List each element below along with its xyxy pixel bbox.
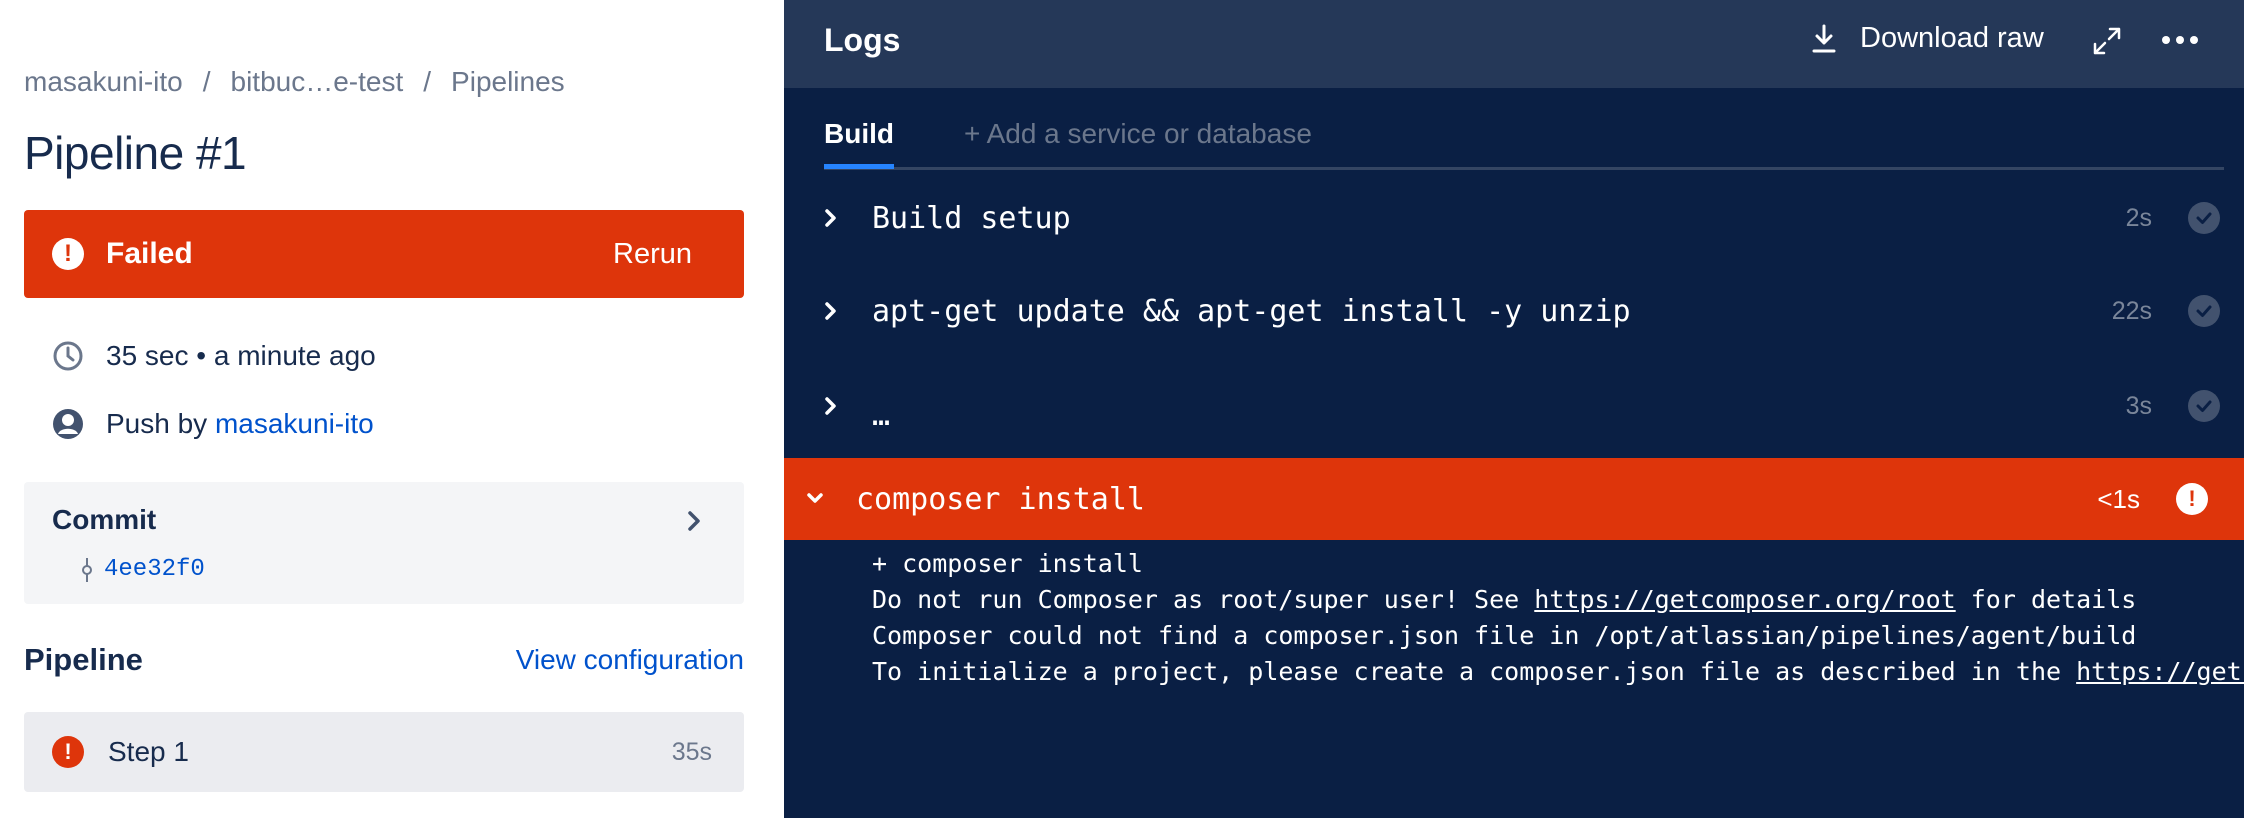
push-row: Push by masakuni-ito [52,408,374,440]
chevron-right-icon [688,511,700,531]
rerun-button[interactable]: Rerun [613,238,692,271]
more-options-icon[interactable] [2158,28,2202,52]
log-step-name: … [872,397,891,433]
breadcrumb: masakuni-ito / bitbuc…e-test / Pipelines [24,66,565,98]
log-step-duration: 2s [2125,203,2152,232]
log-link[interactable]: https://getcompo [2076,657,2244,686]
breadcrumb-repo[interactable]: bitbuc…e-test [231,66,404,98]
logs-tabs: Build + Add a service or database [824,118,2224,170]
push-prefix: Push by [106,408,215,439]
log-text: Do not run Composer as root/super user! … [872,585,1535,614]
logs-title: Logs [824,22,901,58]
view-configuration-link[interactable]: View configuration [516,644,744,676]
status-label: Failed [106,237,193,270]
add-service-tab[interactable]: + Add a service or database [964,118,1312,150]
log-line: To initialize a project, please create a… [872,654,2244,690]
download-icon [1812,24,1836,52]
expand-icon[interactable] [2092,26,2122,56]
log-text: for details [1955,585,2137,614]
pipeline-summary-panel: masakuni-ito / bitbuc…e-test / Pipelines… [0,0,784,818]
check-icon [2188,202,2220,234]
log-step-name: apt-get update && apt-get install -y unz… [872,293,1631,329]
log-step-name: Build setup [872,200,1071,236]
user-avatar-icon [53,409,83,439]
commit-icon [82,558,92,582]
page-title: Pipeline #1 [24,127,247,179]
log-step-row[interactable]: apt-get update && apt-get install -y unz… [784,270,2244,352]
log-link[interactable]: https://getcomposer.org/root [1534,585,1955,614]
chevron-right-icon [825,302,836,320]
download-raw-label: Download raw [1860,22,2044,54]
commit-card[interactable]: Commit 4ee32f0 [24,482,744,604]
breadcrumb-owner[interactable]: masakuni-ito [24,66,183,98]
commit-hash-link[interactable]: 4ee32f0 [104,556,205,583]
pipeline-heading: Pipeline [24,642,143,677]
logs-panel: Logs Download raw Build + Add a service … [784,0,2244,818]
duration-row: 35 sec • a minute ago [52,340,376,372]
step-error-icon: ! [52,736,84,768]
step-duration: 35s [671,737,712,766]
status-banner: ! Failed Rerun [24,210,744,298]
log-line: Do not run Composer as root/super user! … [872,582,2244,618]
log-line: Composer could not find a composer.json … [872,621,2137,650]
tab-build[interactable]: Build [824,118,894,169]
chevron-right-icon [825,397,836,415]
error-icon: ! [2176,483,2208,515]
log-step-row[interactable]: … 3s [784,365,2244,447]
breadcrumb-separator: / [423,66,432,97]
log-line: + composer install [872,549,1143,578]
check-icon [2188,295,2220,327]
log-step-row[interactable]: Build setup 2s [784,177,2244,259]
breadcrumb-pipelines[interactable]: Pipelines [451,66,565,98]
breadcrumb-separator: / [202,66,211,97]
check-icon [2188,390,2220,422]
log-step-duration: 3s [2125,391,2152,420]
logs-header: Logs Download raw [784,0,2244,88]
log-step-row-failed[interactable]: composer install <1s ! [784,458,2244,540]
clock-icon [53,341,83,371]
chevron-right-icon [825,209,836,227]
chevron-down-icon [807,493,823,503]
log-output: + composer install Do not run Composer as… [872,546,2244,690]
pipeline-step-row[interactable]: ! Step 1 35s [24,712,744,792]
log-step-duration: 22s [2111,296,2152,325]
log-step-duration: <1s [2097,483,2140,514]
download-raw-button[interactable]: Download raw [1810,22,2044,55]
log-step-name: composer install [856,481,1145,517]
step-label: Step 1 [108,736,189,767]
log-text: To initialize a project, please create a… [872,657,2077,686]
duration-text: 35 sec • a minute ago [106,340,376,371]
commit-title: Commit [52,504,157,535]
error-icon: ! [52,238,84,270]
push-user-link[interactable]: masakuni-ito [215,408,374,440]
